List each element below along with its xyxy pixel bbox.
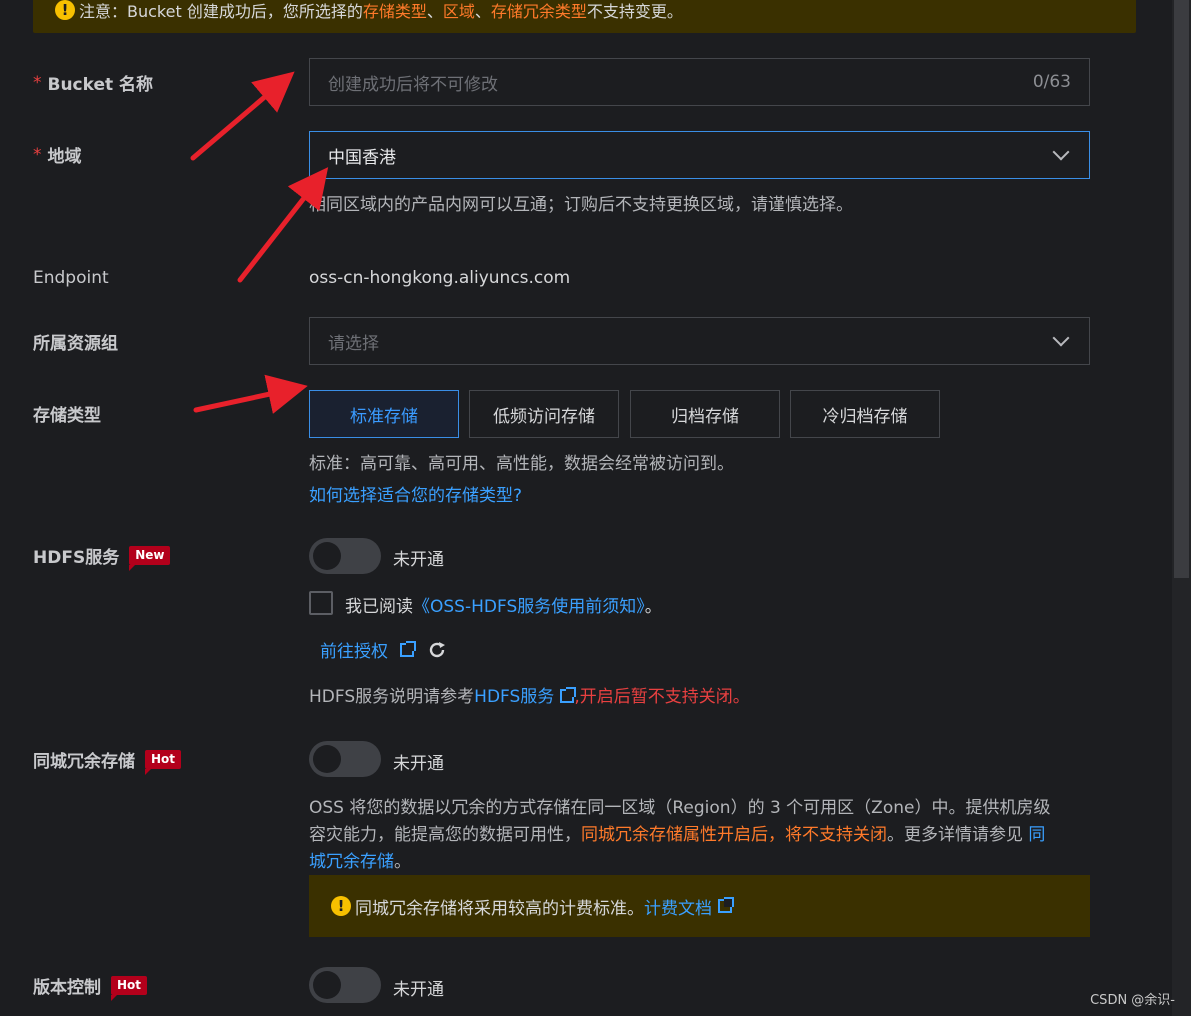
zrs-label: 同城冗余存储 Hot [33,747,182,775]
top-notice-banner: ! 注意：Bucket 创建成功后，您所选择的 存储类型 、 区域 、 存储冗余… [33,0,1136,33]
zrs-desc-warning: 同城冗余存储属性开启后，将不支持关闭 [581,825,887,845]
region-label: * 地域 [33,142,82,168]
storage-type-desc: 标准：高可靠、高可用、高性能，数据会经常被访问到。 [309,454,734,474]
hdfs-toggle[interactable] [309,538,381,574]
hdfs-note-prefix: HDFS服务说明请参考 [309,687,475,707]
hdfs-label-text: HDFS服务 [33,548,120,568]
bucket-name-counter: 0/63 [1032,72,1071,92]
scrollbar-thumb[interactable] [1174,0,1189,578]
notice-sep: 、 [474,1,491,21]
storage-type-help-link[interactable]: 如何选择适合您的存储类型? [309,481,522,506]
versioning-toggle-label: 未开通 [393,980,444,1000]
zrs-label-text: 同城冗余存储 [33,752,135,772]
hdfs-agree-text: 我已阅读《OSS-HDFS服务使用前须知》。 [345,592,662,617]
toggle-knob [313,542,341,570]
hdfs-label: HDFS服务 New [33,543,171,571]
bucket-name-label-text: Bucket 名称 [47,75,154,95]
bucket-name-input[interactable]: 创建成功后将不可修改 0/63 [309,58,1090,106]
chevron-down-icon [1052,329,1070,347]
zrs-billing-warning: ! 同城冗余存储将采用较高的计费标准。 计费文档 [309,875,1090,937]
storage-option-standard[interactable]: 标准存储 [309,390,459,438]
storage-option-cold-archive[interactable]: 冷归档存储 [790,390,940,438]
region-select[interactable]: 中国香港 [309,131,1090,179]
external-link-icon[interactable] [560,687,577,703]
resource-group-label: 所属资源组 [33,329,118,354]
resource-group-label-text: 所属资源组 [33,334,118,354]
zrs-desc-line1: OSS 将您的数据以冗余的方式存储在同一区域（Region）的 3 个可用区（Z… [309,798,1051,818]
zrs-desc-text: 。更多详情请参见 [887,825,1029,845]
warning-icon: ! [331,896,351,916]
arrow-to-storage-type [193,374,308,414]
region-selected-value: 中国香港 [328,147,396,168]
notice-sep: 、 [426,1,443,21]
storage-type-label-text: 存储类型 [33,406,101,426]
notice-highlight-redundancy: 存储冗余类型 [490,1,587,21]
bucket-name-label: * Bucket 名称 [33,70,154,96]
storage-option-archive[interactable]: 归档存储 [630,390,780,438]
hdfs-agree-suffix: 。 [644,597,662,617]
notice-highlight-region: 区域 [442,1,475,21]
resource-group-select[interactable]: 请选择 [309,317,1090,365]
external-link-icon[interactable] [718,897,734,913]
new-badge: New [129,546,171,571]
warning-icon: ! [55,0,75,20]
endpoint-value: oss-cn-hongkong.aliyuncs.com [309,268,571,288]
arrow-to-bucket-name [190,71,295,161]
versioning-toggle[interactable] [309,967,381,1003]
toggle-knob [313,971,341,999]
endpoint-label: Endpoint [33,268,109,288]
hdfs-note-warning: ,开启后暂不支持关闭。 [574,687,750,707]
versioning-label: 版本控制 Hot [33,973,148,1001]
endpoint-label-text: Endpoint [33,268,109,288]
zrs-desc-text: 容灾能力，能提高您的数据可用性， [309,825,581,845]
zrs-desc-line2: 容灾能力，能提高您的数据可用性，同城冗余存储属性开启后，将不支持关闭。更多详情请… [309,822,1099,849]
zrs-desc: OSS 将您的数据以冗余的方式存储在同一区域（Region）的 3 个可用区（Z… [309,795,1099,876]
versioning-label-text: 版本控制 [33,978,101,998]
storage-type-label: 存储类型 [33,401,101,426]
zrs-desc-text: 。 [394,852,411,872]
toggle-knob [313,745,341,773]
notice-suffix: 不支持变更。 [586,1,683,21]
bucket-name-placeholder: 创建成功后将不可修改 [328,74,498,95]
watermark: CSDN @余识- [1090,993,1175,1008]
storage-option-ia[interactable]: 低频访问存储 [469,390,619,438]
zrs-toggle-label: 未开通 [393,754,444,774]
zrs-billing-text: 同城冗余存储将采用较高的计费标准。 [355,898,644,919]
resource-group-placeholder: 请选择 [328,333,379,354]
zrs-toggle[interactable] [309,741,381,777]
chevron-down-icon [1052,143,1070,161]
region-hint: 相同区域内的产品内网可以互通；订购后不支持更换区域，请谨慎选择。 [309,195,853,215]
hdfs-doc-link[interactable]: HDFS服务 [474,687,554,707]
required-mark: * [33,72,42,93]
zrs-doc-link[interactable]: 城冗余存储 [309,852,394,872]
hot-badge: Hot [111,976,148,1001]
zrs-desc-line3: 城冗余存储。 [309,849,1099,876]
zrs-doc-link[interactable]: 同 [1028,825,1045,845]
external-link-icon[interactable] [400,640,416,657]
notice-highlight-storage-type: 存储类型 [362,1,427,21]
arrow-to-region [237,167,329,283]
notice-prefix: 注意：Bucket 创建成功后，您所选择的 [79,1,363,21]
billing-doc-link[interactable]: 计费文档 [644,894,712,919]
hdfs-auth-link[interactable]: 前往授权 [320,637,388,662]
refresh-icon[interactable] [426,639,448,661]
required-mark: * [33,144,42,165]
hdfs-agree-prefix: 我已阅读 [345,597,413,617]
hdfs-terms-link[interactable]: 《OSS-HDFS服务使用前须知》 [413,597,645,617]
hdfs-auth-row: 前往授权 [320,637,448,662]
hot-badge: Hot [145,750,182,775]
hdfs-note: HDFS服务说明请参考HDFS服务 ,开启后暂不支持关闭。 [309,682,750,707]
region-label-text: 地域 [47,147,82,167]
hdfs-agree-checkbox[interactable] [309,591,333,615]
hdfs-toggle-label: 未开通 [393,550,444,570]
